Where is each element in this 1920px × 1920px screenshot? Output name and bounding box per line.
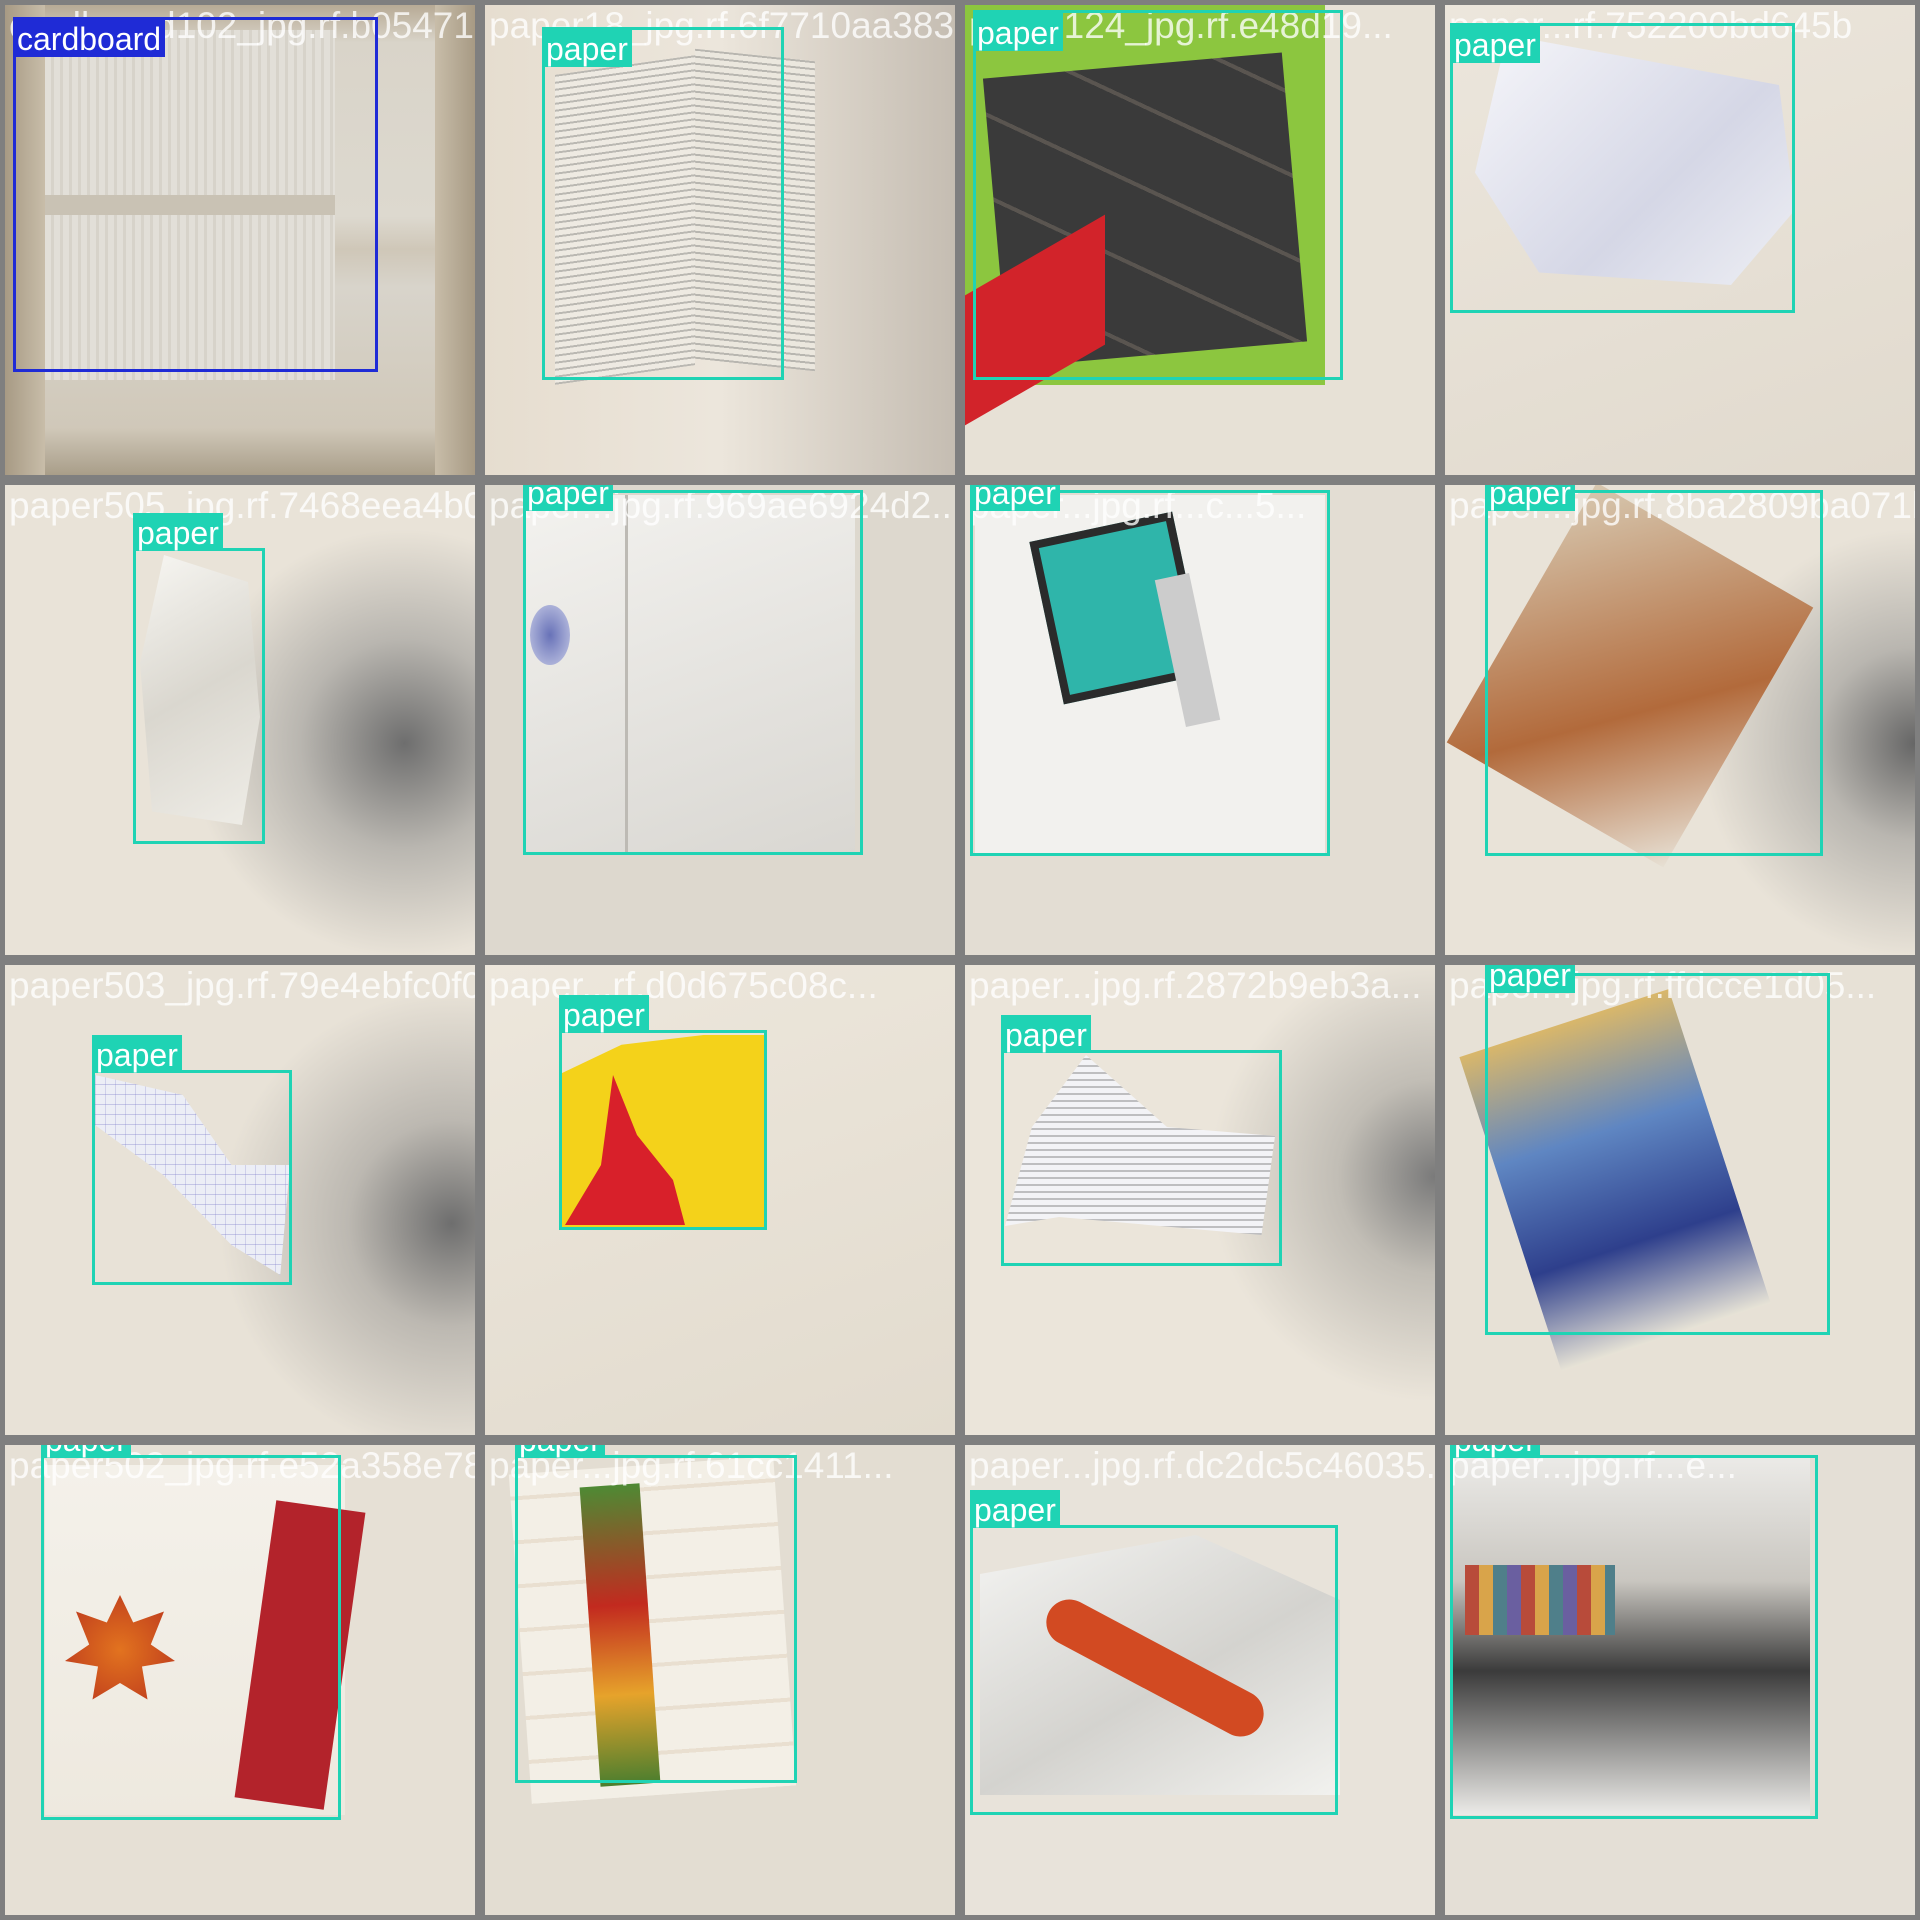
bbox-paper bbox=[559, 1030, 767, 1230]
tile-3[interactable]: paper124_jpg.rf.e48d19... paper bbox=[960, 0, 1440, 480]
filename-label: paper...jpg.rf.2872b9eb3a... bbox=[969, 965, 1422, 1006]
class-label: paper bbox=[970, 485, 1060, 511]
class-label: paper bbox=[559, 995, 649, 1033]
bbox-paper bbox=[1485, 973, 1830, 1335]
tile-7[interactable]: paper...jpg.rf...c...5... paper bbox=[960, 480, 1440, 960]
class-label: paper bbox=[542, 29, 632, 67]
tile-4[interactable]: paper...rf.752200bd645b paper bbox=[1440, 0, 1920, 480]
tile-2[interactable]: paper18_jpg.rf.6f7710aa3832... paper bbox=[480, 0, 960, 480]
filename-label: paper503_jpg.rf.79e4ebfc0f0... bbox=[9, 965, 480, 1006]
bbox-paper bbox=[970, 490, 1330, 856]
class-label: cardboard bbox=[13, 19, 166, 57]
class-label: paper bbox=[973, 13, 1063, 51]
filename-label: paper...jpg.rf.dc2dc5c46035... bbox=[969, 1445, 1440, 1486]
class-label: paper bbox=[1001, 1015, 1091, 1053]
class-label: paper bbox=[1485, 485, 1575, 511]
bbox-paper bbox=[973, 10, 1343, 380]
bbox-paper bbox=[523, 490, 863, 855]
tile-16[interactable]: paper...jpg.rf...e... paper bbox=[1440, 1440, 1920, 1920]
bbox-paper bbox=[1450, 23, 1795, 313]
bbox-paper bbox=[1001, 1050, 1282, 1266]
class-label: paper bbox=[41, 1445, 131, 1458]
bbox-cardboard bbox=[13, 17, 378, 372]
bbox-paper bbox=[1485, 490, 1823, 856]
tile-14[interactable]: paper...jpg.rf.61cc1411... paper bbox=[480, 1440, 960, 1920]
bbox-paper bbox=[970, 1525, 1338, 1815]
class-label: paper bbox=[970, 1490, 1060, 1528]
class-label: paper bbox=[1450, 1445, 1540, 1458]
bbox-paper bbox=[41, 1455, 341, 1820]
filename-label: paper...rf.d0d675c08c... bbox=[489, 965, 878, 1006]
detection-grid: cardboard102_jpg.rf.b05471... cardboard … bbox=[0, 0, 1920, 1920]
class-label: paper bbox=[515, 1445, 605, 1458]
bbox-paper bbox=[1450, 1455, 1818, 1819]
class-label: paper bbox=[523, 485, 613, 511]
class-label: paper bbox=[92, 1035, 182, 1073]
tile-6[interactable]: paper...jpg.rf.969ae6924d2... paper bbox=[480, 480, 960, 960]
bbox-paper bbox=[542, 27, 784, 380]
tile-12[interactable]: paper...jpg.rf.ffdcce1d05... paper bbox=[1440, 960, 1920, 1440]
filename-label: paper505_jpg.rf.7468eea4b0... bbox=[9, 485, 480, 526]
tile-8[interactable]: paper...jpg.rf.8ba2809ba071b paper bbox=[1440, 480, 1920, 960]
bbox-paper bbox=[92, 1070, 292, 1285]
tile-1[interactable]: cardboard102_jpg.rf.b05471... cardboard bbox=[0, 0, 480, 480]
tile-9[interactable]: paper503_jpg.rf.79e4ebfc0f0... paper bbox=[0, 960, 480, 1440]
bbox-paper bbox=[515, 1455, 797, 1783]
tile-11[interactable]: paper...jpg.rf.2872b9eb3a... paper bbox=[960, 960, 1440, 1440]
class-label: paper bbox=[1485, 965, 1575, 993]
class-label: paper bbox=[133, 513, 223, 551]
tile-5[interactable]: paper505_jpg.rf.7468eea4b0... paper bbox=[0, 480, 480, 960]
tile-10[interactable]: paper...rf.d0d675c08c... paper bbox=[480, 960, 960, 1440]
bbox-paper bbox=[133, 548, 265, 844]
tile-15[interactable]: paper...jpg.rf.dc2dc5c46035... paper bbox=[960, 1440, 1440, 1920]
class-label: paper bbox=[1450, 25, 1540, 63]
tile-13[interactable]: paper502_jpg.rf.e52a358e78... paper bbox=[0, 1440, 480, 1920]
box-right-flap bbox=[435, 5, 475, 475]
